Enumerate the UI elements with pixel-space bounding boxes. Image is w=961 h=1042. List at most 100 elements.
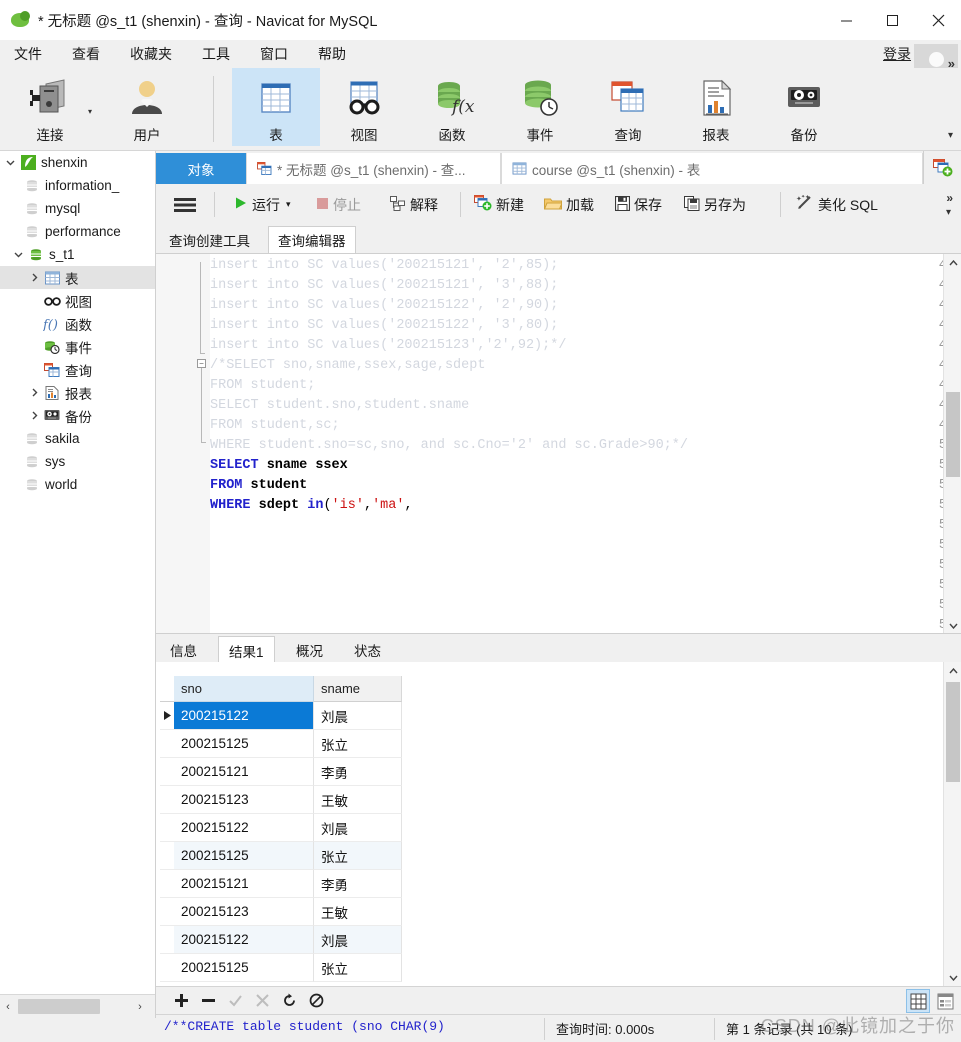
toolbar-overflow-icon[interactable]: » [948, 56, 955, 71]
cell-sname[interactable]: 王敏 [314, 898, 402, 926]
cancel-changes-button[interactable] [249, 987, 276, 1015]
cell-sno[interactable]: 200215123 [174, 786, 314, 814]
toolbar-button-function[interactable]: f(x) 函数 [408, 68, 496, 146]
cell-sno[interactable]: 200215125 [174, 954, 314, 982]
tab-query-editor[interactable]: 查询编辑器 [268, 226, 356, 253]
cell-sno[interactable]: 200215122 [174, 926, 314, 954]
toolbar-overflow-down-icon[interactable]: ▾ [948, 130, 953, 141]
toolbar-button-view[interactable]: 视图 [320, 68, 408, 146]
hamburger-icon[interactable] [174, 184, 196, 225]
table-row[interactable]: 200215125 张立 [160, 954, 940, 982]
tree-item-information-schema[interactable]: information_ [0, 174, 155, 197]
sidebar-horizontal-scrollbar[interactable]: ‹ › [0, 994, 155, 1018]
scroll-right-icon[interactable]: › [132, 1001, 148, 1013]
apply-changes-button[interactable] [222, 987, 249, 1015]
query-toolbar-overflow-down-icon[interactable]: ▾ [946, 207, 951, 218]
tree-item-backups[interactable]: 备份 [0, 404, 155, 427]
menu-item-favorites[interactable]: 收藏夹 [130, 44, 172, 64]
chevron-down-icon[interactable] [10, 250, 26, 259]
cell-sno[interactable]: 200215123 [174, 898, 314, 926]
table-row[interactable]: 200215123 王敏 [160, 898, 940, 926]
tree-item-queries[interactable]: 查询 [0, 358, 155, 381]
menu-item-file[interactable]: 文件 [14, 44, 42, 64]
toolbar-button-user[interactable]: 用户 [103, 68, 191, 146]
chevron-right-icon[interactable] [26, 273, 42, 282]
new-tab-icon[interactable] [923, 151, 961, 184]
toolbar-button-report[interactable]: 报表 [672, 68, 760, 146]
table-row[interactable]: 200215121 李勇 [160, 758, 940, 786]
column-header-sname[interactable]: sname [314, 676, 402, 702]
chevron-down-icon[interactable] [2, 158, 18, 167]
close-button[interactable] [915, 0, 961, 40]
table-row[interactable]: 200215122 刘晨 [160, 814, 940, 842]
cell-sname[interactable]: 张立 [314, 842, 402, 870]
tab-profile[interactable]: 概况 [286, 637, 333, 663]
load-button[interactable]: 加载 [543, 184, 594, 225]
tree-item-s_t1[interactable]: s_t1 [0, 243, 155, 266]
editor-vertical-scrollbar[interactable] [943, 254, 961, 633]
scrollbar-thumb[interactable] [946, 682, 960, 782]
toolbar-button-table[interactable]: 表 [232, 68, 320, 146]
chevron-right-icon[interactable] [26, 388, 42, 397]
scroll-up-icon[interactable] [944, 254, 961, 271]
result-grid[interactable]: sno sname 200215122 刘晨 200215125 张立 2002… [156, 662, 961, 986]
tree-item-events[interactable]: 事件 [0, 335, 155, 358]
cell-sno[interactable]: 200215122 [174, 702, 314, 730]
login-link[interactable]: 登录 [883, 44, 911, 64]
table-row[interactable]: 200215122 刘晨 [160, 926, 940, 954]
menu-item-tools[interactable]: 工具 [202, 44, 230, 64]
cell-sno[interactable]: 200215122 [174, 814, 314, 842]
cell-sname[interactable]: 李勇 [314, 758, 402, 786]
table-row[interactable]: 200215125 张立 [160, 730, 940, 758]
beautify-sql-button[interactable]: ✦ ✦ ✦ 美化 SQL [796, 184, 878, 225]
explain-button[interactable]: 解释 [390, 184, 438, 225]
scrollbar-thumb[interactable] [946, 392, 960, 477]
tree-item-shenxin[interactable]: shenxin [0, 151, 155, 174]
cell-sname[interactable]: 刘晨 [314, 926, 402, 954]
toolbar-button-event[interactable]: 事件 [496, 68, 584, 146]
tab-untitled-query[interactable]: * 无标题 @s_t1 (shenxin) - 查... [246, 153, 501, 184]
query-toolbar-overflow-icon[interactable]: » [946, 191, 953, 205]
menu-item-window[interactable]: 窗口 [260, 44, 288, 64]
grid-view-icon[interactable] [906, 989, 930, 1013]
refresh-button[interactable] [276, 987, 303, 1015]
run-button[interactable]: 运行 ▾ [234, 184, 291, 225]
delete-record-button[interactable] [195, 987, 222, 1015]
column-header-sno[interactable]: sno [174, 676, 314, 702]
cell-sno[interactable]: 200215121 [174, 758, 314, 786]
add-record-button[interactable] [168, 987, 195, 1015]
cell-sname[interactable]: 张立 [314, 954, 402, 982]
cell-sname[interactable]: 张立 [314, 730, 402, 758]
stop-loading-button[interactable] [303, 987, 330, 1015]
chevron-down-icon[interactable]: ▾ [88, 107, 92, 116]
table-row[interactable]: 200215121 李勇 [160, 870, 940, 898]
cell-sname[interactable]: 刘晨 [314, 702, 402, 730]
save-button[interactable]: 保存 [614, 184, 662, 225]
tree-item-world[interactable]: world [0, 473, 155, 496]
save-as-button[interactable]: 另存为 [684, 184, 746, 225]
tab-objects[interactable]: 对象 [156, 153, 246, 184]
tab-query-builder[interactable]: 查询创建工具 [160, 227, 259, 253]
new-query-button[interactable]: 新建 [474, 184, 524, 225]
table-row[interactable]: 200215122 刘晨 [160, 702, 940, 730]
cell-sno[interactable]: 200215125 [174, 730, 314, 758]
tree-item-views[interactable]: 视图 [0, 289, 155, 312]
stop-button[interactable]: 停止 [316, 184, 361, 225]
menu-item-help[interactable]: 帮助 [318, 44, 346, 64]
chevron-right-icon[interactable] [26, 411, 42, 420]
cell-sname[interactable]: 刘晨 [314, 814, 402, 842]
menu-item-view[interactable]: 查看 [72, 44, 100, 64]
table-row[interactable]: 200215125 张立 [160, 842, 940, 870]
scrollbar-thumb[interactable] [18, 999, 100, 1014]
cell-sno[interactable]: 200215121 [174, 870, 314, 898]
cell-sno[interactable]: 200215125 [174, 842, 314, 870]
toolbar-button-backup[interactable]: 备份 [760, 68, 848, 146]
toolbar-button-query[interactable]: 查询 [584, 68, 672, 146]
sql-editor[interactable]: − 41 42 43 44 45 46 47 48 49 50 51 52 53… [156, 253, 961, 633]
cell-sname[interactable]: 王敏 [314, 786, 402, 814]
minimize-button[interactable] [823, 0, 869, 40]
tab-status[interactable]: 状态 [344, 637, 391, 663]
tab-info[interactable]: 信息 [160, 637, 207, 663]
code-fold-column[interactable]: − [196, 254, 210, 633]
tree-item-mysql[interactable]: mysql [0, 197, 155, 220]
